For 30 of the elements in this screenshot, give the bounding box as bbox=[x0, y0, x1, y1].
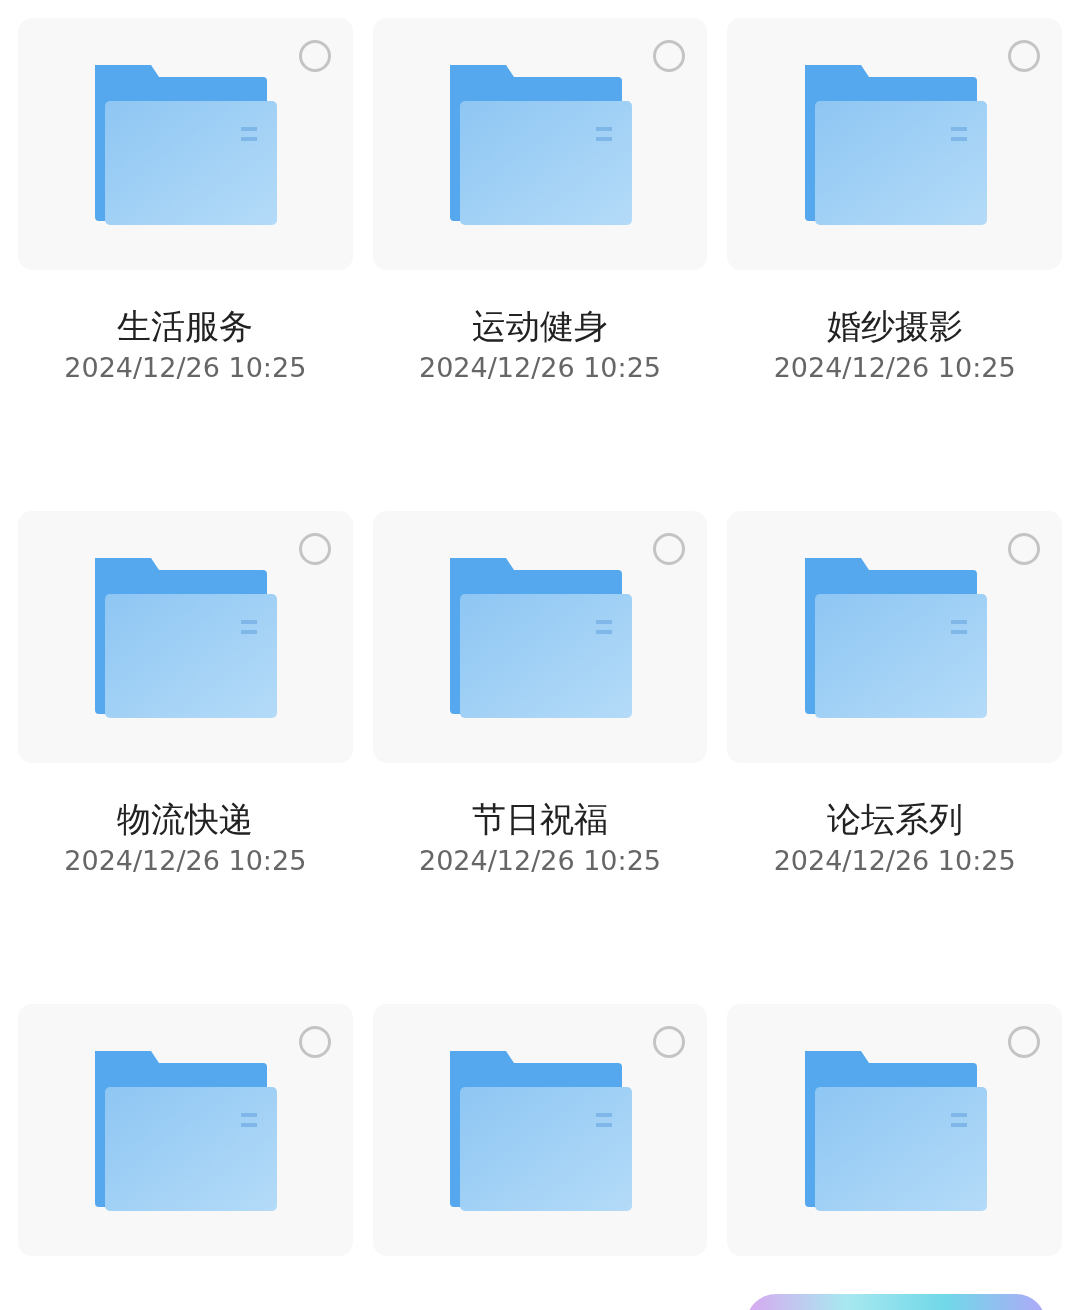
select-radio[interactable] bbox=[653, 1026, 686, 1058]
folder-card[interactable] bbox=[18, 511, 353, 763]
folder-card[interactable] bbox=[727, 1004, 1062, 1256]
select-radio[interactable] bbox=[1008, 1026, 1040, 1058]
folder-card[interactable] bbox=[18, 18, 353, 270]
select-radio[interactable] bbox=[1008, 533, 1040, 565]
folder-name: 生活服务 bbox=[117, 305, 254, 348]
folder-name: 物流快递 bbox=[117, 798, 254, 841]
folder-card[interactable] bbox=[727, 18, 1062, 270]
select-radio[interactable] bbox=[298, 1026, 331, 1058]
modified-date: 2024/12/26 10:25 bbox=[64, 351, 307, 385]
folder-card[interactable] bbox=[372, 18, 708, 270]
modified-date: 2024/12/26 10:25 bbox=[773, 351, 1016, 385]
modified-date: 2024/12/26 10:25 bbox=[419, 844, 661, 878]
folder-card[interactable] bbox=[727, 511, 1062, 763]
select-radio[interactable] bbox=[298, 40, 331, 72]
select-radio[interactable] bbox=[1008, 40, 1040, 72]
folder-name: 节日祝福 bbox=[472, 798, 608, 841]
folder-card[interactable] bbox=[372, 511, 708, 763]
select-radio[interactable] bbox=[653, 533, 686, 565]
folder-card[interactable] bbox=[18, 1004, 353, 1256]
select-radio[interactable] bbox=[653, 40, 686, 72]
folder-name: 运动健身 bbox=[472, 305, 608, 348]
folder-card[interactable] bbox=[372, 1004, 708, 1256]
select-radio[interactable] bbox=[298, 533, 331, 565]
modified-date: 2024/12/26 10:25 bbox=[773, 844, 1016, 878]
modified-date: 2024/12/26 10:25 bbox=[64, 844, 307, 878]
modified-date: 2024/12/26 10:25 bbox=[419, 351, 661, 385]
folder-name: 论坛系列 bbox=[826, 798, 963, 841]
folder-name: 婚纱摄影 bbox=[826, 305, 963, 348]
